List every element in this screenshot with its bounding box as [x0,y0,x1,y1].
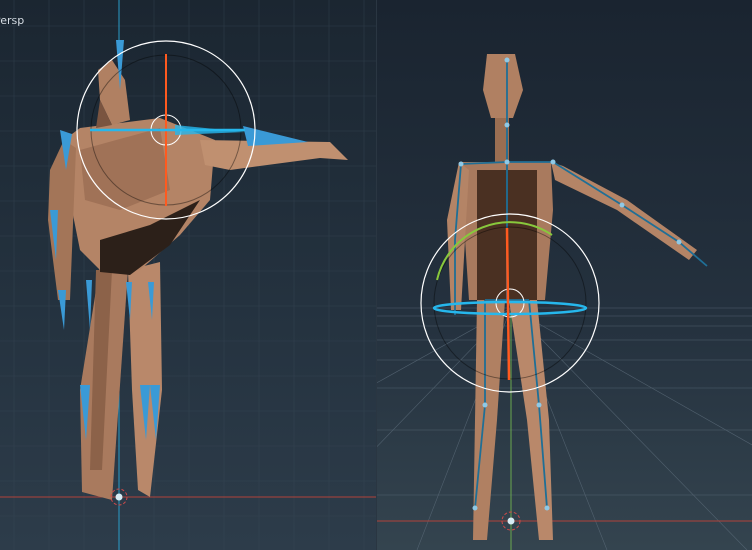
right-scene [377,54,752,550]
character-left [48,60,348,500]
left-scene [0,0,376,550]
viewport-left[interactable]: Persp [0,0,377,550]
character-right [447,54,697,540]
viewport-right[interactable] [377,0,752,550]
grid-right [377,307,752,550]
